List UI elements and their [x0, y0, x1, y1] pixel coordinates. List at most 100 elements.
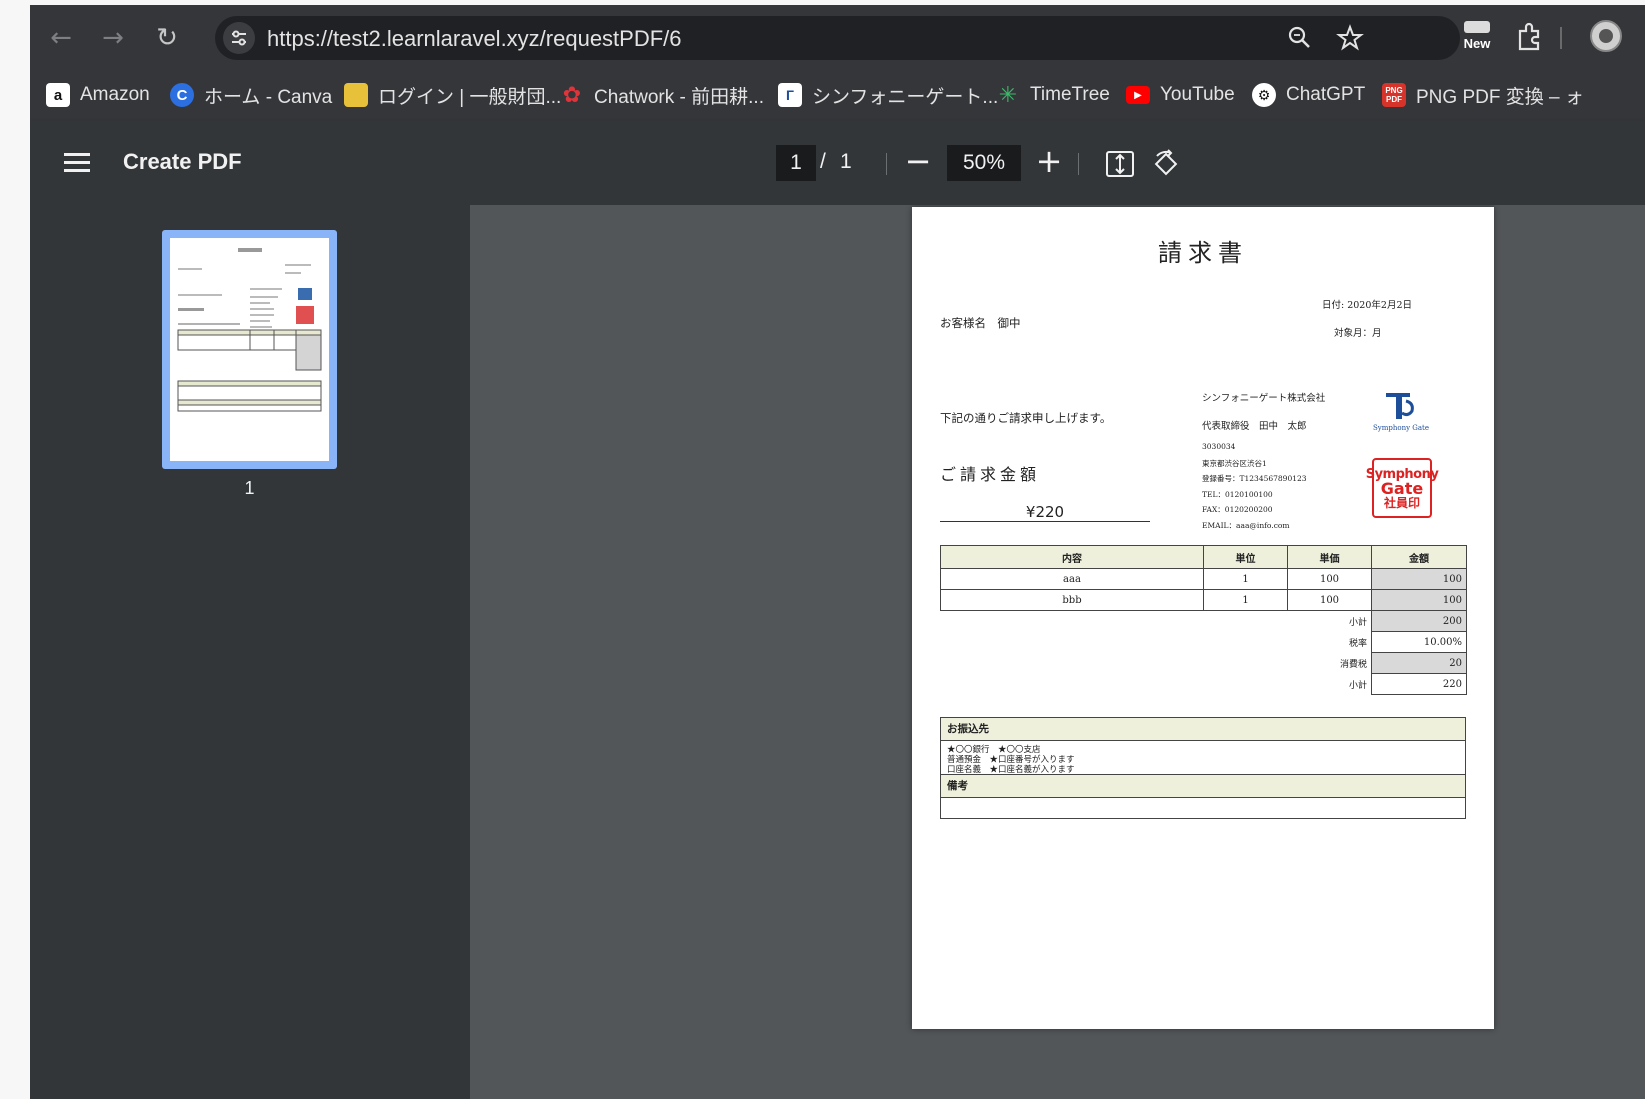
bank-line: 普通預金 ★口座番号が入ります: [947, 755, 1075, 765]
bookmark-chatwork[interactable]: ✿ Chatwork - 前田耕...: [560, 79, 764, 111]
seal-line-2: Gate: [1380, 478, 1424, 498]
chatwork-icon: ✿: [562, 82, 582, 107]
total-value: 220: [1371, 673, 1467, 695]
timetree-icon: ✳: [998, 82, 1018, 107]
column-header: 単位: [1203, 545, 1288, 569]
page-thumbnail[interactable]: [162, 230, 337, 469]
tax-label: 消費税: [1339, 659, 1367, 670]
zoom-level-input[interactable]: 50%: [947, 145, 1021, 181]
seal-line-3: 社員印: [1383, 495, 1420, 510]
company-tel: TEL：0120100100: [1202, 490, 1273, 499]
zoom-out-button[interactable]: −: [902, 143, 934, 179]
new-feature-badge[interactable]: New: [1458, 19, 1496, 55]
total-label: 小計: [1348, 680, 1367, 691]
bank-line: ★〇〇銀行 ★〇〇支店: [947, 745, 1041, 755]
bookmark-label: TimeTree: [1030, 84, 1110, 105]
item-amount: 100: [1371, 589, 1467, 611]
bank-info-box: お振込先 ★〇〇銀行 ★〇〇支店 普通預金 ★口座番号が入ります 口座名義 ★口…: [940, 717, 1466, 819]
registration-number: 登録番号：T1234567890123: [1202, 474, 1307, 483]
total-row: 小計 220: [941, 673, 1467, 695]
bookmark-png-pdf[interactable]: PNG PDF PNG PDF 変換 – ォ: [1382, 79, 1584, 111]
logo-text: Symphony Gate: [1373, 424, 1429, 432]
item-unit: 1: [1203, 589, 1288, 611]
bookmark-amazon[interactable]: a Amazon: [46, 79, 150, 111]
symphony-gate-icon: Г: [778, 83, 802, 107]
bookmark-label: ログイン | 一般財団...: [378, 86, 562, 108]
bookmark-symphony-gate[interactable]: Г シンフォニーゲート...: [778, 79, 998, 111]
site-info-icon[interactable]: [223, 22, 255, 54]
invoice-intro: 下記の通りご請求申し上げます。: [940, 411, 1112, 425]
postal-code: 3030034: [1202, 442, 1236, 451]
chatgpt-icon: ⚙: [1252, 83, 1276, 107]
notes-body: [941, 798, 1465, 818]
bookmarks-bar: a Amazon C ホーム - Canva ログイン | 一般財団... ✿ …: [30, 69, 1645, 121]
bookmark-star-icon[interactable]: [1335, 23, 1365, 53]
company-fax: FAX：0120200200: [1202, 505, 1273, 514]
address-bar[interactable]: https://test2.learnlaravel.xyz/requestPD…: [215, 16, 1460, 60]
bookmark-login[interactable]: ログイン | 一般財団...: [344, 79, 561, 111]
pdf-page: 請求書 日付: 2020年2月2日 対象月：月 お客様名 御中 下記の通りご請求…: [912, 207, 1494, 1029]
invoice-date: 日付: 2020年2月2日: [1322, 300, 1412, 311]
company-email: EMAIL：aaa@info.com: [1202, 521, 1290, 530]
column-header: 金額: [1371, 545, 1467, 569]
tax-rate-value: 10.00%: [1371, 631, 1467, 653]
page-number-input[interactable]: 1: [776, 145, 816, 181]
tax-rate-row: 税率 10.00%: [941, 631, 1467, 653]
browser-top-bar: ← → ↻ https://test2.learnlaravel.xyz/req…: [30, 5, 1645, 69]
forward-arrow-icon[interactable]: →: [96, 21, 130, 55]
youtube-icon: ▶: [1126, 86, 1150, 104]
pdf-viewer[interactable]: 請求書 日付: 2020年2月2日 対象月：月 お客様名 御中 下記の通りご請求…: [470, 205, 1645, 1099]
bookmark-label: ホーム - Canva: [204, 86, 333, 108]
thumbnail-sidebar: 1: [30, 205, 470, 1099]
subtotal-row: 小計 200: [941, 610, 1467, 632]
item-amount: 100: [1371, 568, 1467, 590]
page-total: 1: [840, 150, 852, 173]
thumbnail-page: [170, 238, 329, 461]
rotate-icon[interactable]: [1151, 149, 1181, 179]
bookmark-chatgpt[interactable]: ⚙ ChatGPT: [1252, 79, 1365, 111]
table-row: aaa 1 100 100: [940, 568, 1467, 590]
new-badge-label: New: [1463, 36, 1491, 51]
tax-row: 消費税 20: [941, 652, 1467, 674]
zoom-in-button[interactable]: +: [1033, 143, 1065, 179]
target-month: 対象月：月: [1334, 328, 1382, 339]
toolbar-divider: [1560, 27, 1562, 49]
column-header: 内容: [940, 545, 1204, 569]
canva-icon: C: [170, 83, 194, 107]
fit-to-page-icon[interactable]: [1105, 149, 1135, 179]
bank-details: ★〇〇銀行 ★〇〇支店 普通預金 ★口座番号が入ります 口座名義 ★口座名義が入…: [941, 741, 1465, 775]
url-text[interactable]: https://test2.learnlaravel.xyz/requestPD…: [267, 26, 682, 52]
bookmark-youtube[interactable]: ▶ YouTube: [1126, 79, 1235, 111]
zoom-search-icon[interactable]: [1285, 23, 1315, 53]
menu-icon[interactable]: [64, 153, 90, 173]
invoice-title: 請求書: [1158, 239, 1248, 267]
profile-avatar[interactable]: [1590, 20, 1622, 52]
amazon-icon: a: [46, 83, 70, 107]
tax-value: 20: [1371, 652, 1467, 674]
table-header-row: 内容 単位 単価 金額: [940, 545, 1467, 569]
bookmark-label: Amazon: [80, 84, 150, 105]
bookmark-label: ChatGPT: [1286, 84, 1366, 105]
item-unit: 1: [1203, 568, 1288, 590]
bookmark-timetree[interactable]: ✳ TimeTree: [996, 79, 1110, 111]
pdf-title: Create PDF: [123, 149, 242, 174]
extensions-icon[interactable]: [1514, 19, 1546, 55]
company-name: シンフォニーゲート株式会社: [1202, 393, 1326, 404]
browser-window: ← → ↻ https://test2.learnlaravel.xyz/req…: [30, 5, 1645, 1099]
png-pdf-icon: PNG PDF: [1382, 83, 1406, 107]
amount-underline: [940, 521, 1150, 522]
bookmark-canva[interactable]: C ホーム - Canva: [170, 79, 332, 111]
symphony-gate-logo: Symphony Gate: [1368, 391, 1434, 439]
subtotal-value: 200: [1371, 610, 1467, 632]
item-price: 100: [1287, 568, 1372, 590]
column-header: 単価: [1287, 545, 1372, 569]
representative: 代表取締役 田中 太郎: [1202, 421, 1307, 432]
bookmark-label: シンフォニーゲート...: [812, 86, 999, 108]
page-separator: /: [820, 150, 826, 173]
amount-label: ご請求金額: [940, 465, 1041, 484]
back-arrow-icon[interactable]: ←: [44, 21, 78, 55]
company-address: 東京都渋谷区渋谷1: [1202, 459, 1267, 468]
bank-header: お振込先: [941, 718, 1465, 741]
reload-icon[interactable]: ↻: [150, 21, 184, 55]
pdf-toolbar: Create PDF 1 / 1 − 50% +: [30, 121, 1645, 205]
